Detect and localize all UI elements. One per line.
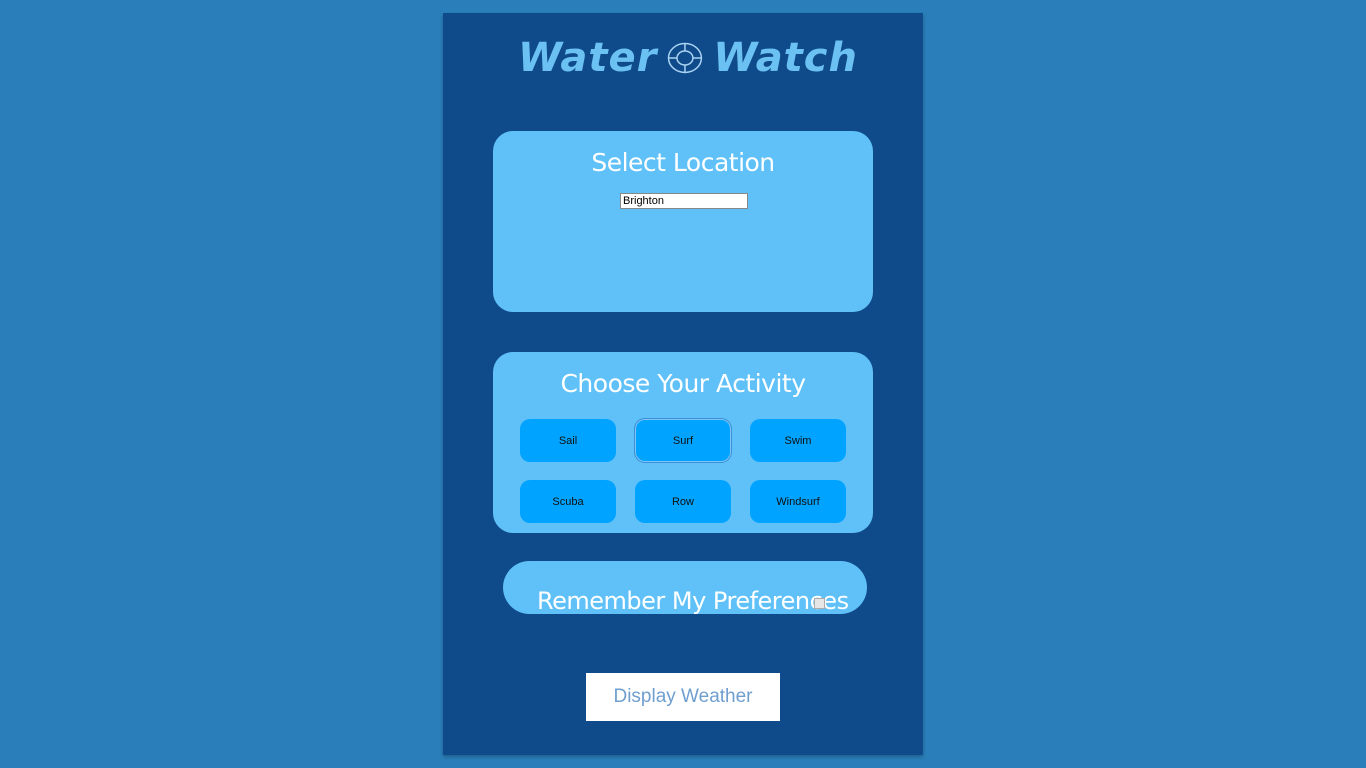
activity-button-scuba[interactable]: Scuba xyxy=(520,480,616,523)
remember-label: Remember My Preferences xyxy=(537,587,849,614)
activity-button-surf[interactable]: Surf xyxy=(634,418,732,463)
logo-word-left: Water xyxy=(518,35,658,81)
display-weather-button[interactable]: Display Weather xyxy=(586,673,780,721)
activity-button-windsurf[interactable]: Windsurf xyxy=(750,480,846,523)
activity-button-row[interactable]: Row xyxy=(635,480,731,523)
remember-preferences: Remember My Preferences xyxy=(503,561,867,614)
activity-button-swim[interactable]: Swim xyxy=(750,419,846,462)
activity-grid: Sail Surf Swim Scuba Row Windsurf xyxy=(520,418,846,523)
app-logo: Water Watch xyxy=(518,23,858,93)
remember-checkbox[interactable] xyxy=(814,598,825,609)
location-card: Select Location xyxy=(493,131,873,312)
location-title: Select Location xyxy=(591,148,775,177)
location-input[interactable] xyxy=(620,193,748,209)
lifebuoy-icon xyxy=(668,42,703,74)
app-panel: Water Watch Select Location Choose Your … xyxy=(443,13,923,755)
activity-button-sail[interactable]: Sail xyxy=(520,419,616,462)
activity-card: Choose Your Activity Sail Surf Swim Scub… xyxy=(493,352,873,533)
logo-word-right: Watch xyxy=(713,35,858,81)
activity-title: Choose Your Activity xyxy=(560,369,806,398)
